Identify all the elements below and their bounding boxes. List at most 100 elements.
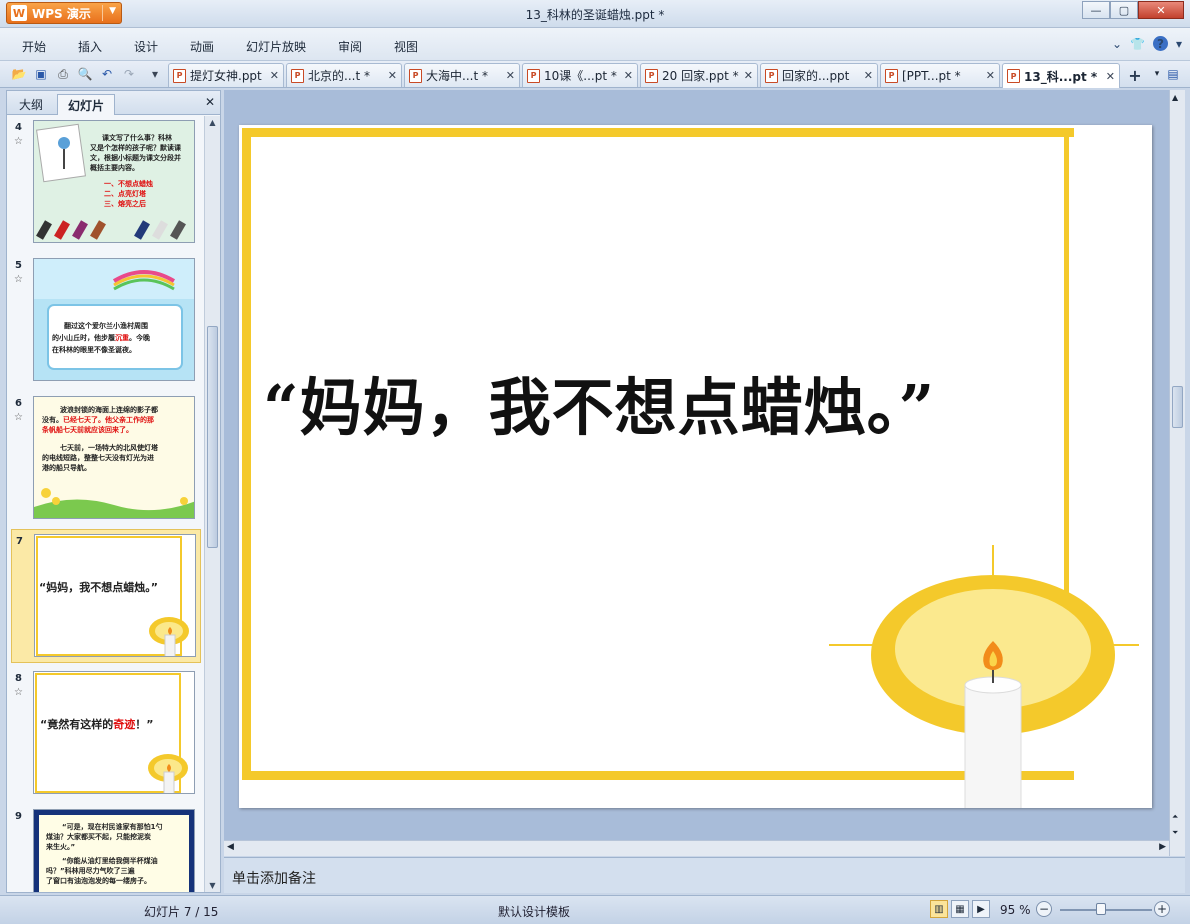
scrollbar-thumb[interactable] <box>1172 386 1183 428</box>
scroll-left-icon[interactable]: ◀ <box>227 842 234 852</box>
zoom-out-icon[interactable]: − <box>1036 901 1052 917</box>
ppt-file-icon: P <box>409 68 422 83</box>
doc-tab-7[interactable]: P [PPT...pt * ✕ <box>880 63 1000 87</box>
menu-item-animation[interactable]: 动画 <box>190 38 214 55</box>
notes-pane[interactable]: 单击添加备注 <box>224 857 1185 893</box>
thumbnail-slide-7-selected[interactable]: 7 “妈妈，我不想点蜡烛。” <box>11 529 201 663</box>
tab-slides[interactable]: 幻灯片 <box>57 94 116 115</box>
window-layout-icon[interactable]: ▤ <box>1164 65 1182 83</box>
ppt-file-icon: P <box>885 68 898 83</box>
slide-title-text[interactable]: “妈妈，我不想点蜡烛。” <box>263 357 1133 447</box>
close-tab-icon[interactable]: ✕ <box>388 69 397 82</box>
animation-star-icon: ☆ <box>14 687 23 698</box>
doc-tab-8-active[interactable]: P 13_科...pt * ✕ <box>1002 63 1120 88</box>
status-bar: 幻灯片 7 / 15 默认设计模板 ▥ ▦ ▶ 95 % − + <box>0 895 1190 924</box>
scroll-up-icon[interactable]: ▲ <box>1172 93 1178 102</box>
title-bar: W WPS 演示 ▼ 13_科林的圣诞蜡烛.ppt * — ▢ ✕ <box>0 0 1190 28</box>
thumbnail-slide-9[interactable]: 9 “可是，现在村民谁家有那怕1勺 煤油？大家都买不起，只能挖泥炭 来生火。” … <box>11 805 201 892</box>
ribbon-collapse-icon[interactable]: ⌄ <box>1112 37 1122 51</box>
previous-slide-icon[interactable]: ⏶ <box>1172 812 1178 822</box>
menu-item-review[interactable]: 审阅 <box>338 38 362 55</box>
customize-dropdown-icon[interactable]: ▾ <box>146 65 164 83</box>
slide-preview: “妈妈，我不想点蜡烛。” <box>34 534 196 657</box>
slide-sorter-view-icon[interactable]: ▦ <box>951 900 969 918</box>
doc-tab-5[interactable]: P 20 回家.ppt * ✕ <box>640 63 758 87</box>
save-icon[interactable]: ▣ <box>32 65 50 83</box>
undo-icon[interactable]: ↶ <box>98 65 116 83</box>
menu-item-slideshow[interactable]: 幻灯片放映 <box>246 38 306 55</box>
ppt-file-icon: P <box>173 68 186 83</box>
normal-view-icon[interactable]: ▥ <box>930 900 948 918</box>
print-preview-icon[interactable]: 🔍 <box>76 65 94 83</box>
thumbnail-scrollbar[interactable]: ▲ ▼ <box>204 116 220 892</box>
menu-item-insert[interactable]: 插入 <box>78 38 102 55</box>
slide-counter: 幻灯片 7 / 15 <box>144 905 219 919</box>
slide-preview: 课文写了什么事？科林 又是个怎样的孩子呢？默读课 文，根据小标题为课文分段并 概… <box>33 120 195 243</box>
menu-bar: 开始 插入 设计 动画 幻灯片放映 审阅 视图 ⌄ 👕 ? ▾ <box>0 28 1190 61</box>
current-slide[interactable]: “妈妈，我不想点蜡烛。” <box>239 125 1152 808</box>
doc-tab-4[interactable]: P 10课《...pt * ✕ <box>522 63 638 87</box>
doc-tab-2[interactable]: P 北京的...t * ✕ <box>286 63 402 87</box>
close-tab-icon[interactable]: ✕ <box>744 69 753 82</box>
slide-editor: “妈妈，我不想点蜡烛。” <box>224 90 1169 840</box>
new-tab-button[interactable]: + <box>1124 65 1146 85</box>
slide-preview: “竟然有这样的奇迹！” <box>33 671 195 794</box>
window-title: 13_科林的圣诞蜡烛.ppt * <box>525 8 665 22</box>
ppt-file-icon: P <box>1007 69 1020 83</box>
slideshow-view-icon[interactable]: ▶ <box>972 900 990 918</box>
thumbnail-slide-6[interactable]: 6 ☆ 波浪封锁的海面上连绵的影子都 没有。已经七天了。他父亲工作的那 条帆船七… <box>11 392 201 526</box>
candle-illustration <box>829 545 1139 808</box>
minimize-button[interactable]: — <box>1082 1 1110 19</box>
close-tab-icon[interactable]: ✕ <box>624 69 633 82</box>
tab-outline[interactable]: 大纲 <box>9 94 53 115</box>
thumbnail-list: 4 ☆ 课文写了什么事？科林 又是个怎样的孩子呢？默读课 文，根据小标题为课文分… <box>7 116 203 892</box>
close-tab-icon[interactable]: ✕ <box>986 69 995 82</box>
zoom-slider-track[interactable] <box>1060 909 1152 911</box>
redo-icon[interactable]: ↷ <box>120 65 138 83</box>
zoom-slider-knob[interactable] <box>1096 903 1106 915</box>
editor-horizontal-scrollbar[interactable]: ◀ ▶ <box>224 840 1169 856</box>
skin-icon[interactable]: 👕 <box>1130 37 1145 51</box>
slides-pane: 大纲 幻灯片 ✕ 4 ☆ 课文写了什么事？科林 又是个怎样的孩子呢？默读课 文，… <box>6 90 221 893</box>
maximize-button[interactable]: ▢ <box>1110 1 1138 19</box>
ppt-file-icon: P <box>645 68 658 83</box>
doc-tab-3[interactable]: P 大海中...t * ✕ <box>404 63 520 87</box>
thumbnail-slide-8[interactable]: 8 ☆ “竟然有这样的奇迹！” <box>11 667 201 801</box>
close-tab-icon[interactable]: ✕ <box>506 69 515 82</box>
editor-vertical-scrollbar[interactable]: ▲ ⏶ ⏷ <box>1169 90 1185 856</box>
quick-access-and-tabs: 📂 ▣ ⎙ 🔍 ↶ ↷ ▾ P 提灯女神.ppt ✕ P 北京的...t * ✕… <box>0 61 1190 88</box>
close-button[interactable]: ✕ <box>1138 1 1184 19</box>
animation-star-icon: ☆ <box>14 136 23 147</box>
slide-preview: “可是，现在村民谁家有那怕1勺 煤油？大家都买不起，只能挖泥炭 来生火。” “你… <box>33 809 195 892</box>
thumbnail-slide-5[interactable]: 5 ☆ 翻过这个爱尔兰小渔村周围 的小山丘时，他步履沉重。今晚 在科林的眼里不像… <box>11 254 201 388</box>
menu-item-view[interactable]: 视图 <box>394 38 418 55</box>
doc-tab-6[interactable]: P 回家的...ppt ✕ <box>760 63 878 87</box>
doc-tab-1[interactable]: P 提灯女神.ppt ✕ <box>168 63 284 87</box>
close-tab-icon[interactable]: ✕ <box>270 69 279 82</box>
print-icon[interactable]: ⎙ <box>54 65 72 83</box>
scroll-right-icon[interactable]: ▶ <box>1159 842 1166 852</box>
menu-item-start[interactable]: 开始 <box>22 38 46 55</box>
zoom-in-icon[interactable]: + <box>1154 901 1170 917</box>
close-tab-icon[interactable]: ✕ <box>1106 70 1115 83</box>
help-icon[interactable]: ? <box>1152 36 1168 51</box>
zoom-level: 95 % <box>1000 903 1031 917</box>
ppt-file-icon: P <box>527 68 540 83</box>
slide-preview: 波浪封锁的海面上连绵的影子都 没有。已经七天了。他父亲工作的那 条帆船七天前就应… <box>33 396 195 519</box>
scroll-up-icon[interactable]: ▲ <box>207 118 218 127</box>
close-icon[interactable]: ✕ <box>205 95 215 109</box>
ppt-file-icon: P <box>291 68 304 83</box>
animation-star-icon: ☆ <box>14 412 23 423</box>
scroll-down-icon[interactable]: ▼ <box>207 881 218 890</box>
thumbnail-slide-4[interactable]: 4 ☆ 课文写了什么事？科林 又是个怎样的孩子呢？默读课 文，根据小标题为课文分… <box>11 116 201 250</box>
next-slide-icon[interactable]: ⏷ <box>1172 828 1178 838</box>
animation-star-icon: ☆ <box>14 274 23 285</box>
design-template-label[interactable]: 默认设计模板 <box>498 903 570 920</box>
menu-item-design[interactable]: 设计 <box>134 38 158 55</box>
open-icon[interactable]: 📂 <box>10 65 28 83</box>
notes-placeholder[interactable]: 单击添加备注 <box>232 868 316 888</box>
slide-preview: 翻过这个爱尔兰小渔村周围 的小山丘时，他步履沉重。今晚 在科林的眼里不像圣诞夜。 <box>33 258 195 381</box>
help-dropdown-icon[interactable]: ▾ <box>1176 37 1182 51</box>
close-tab-icon[interactable]: ✕ <box>864 69 873 82</box>
scrollbar-thumb[interactable] <box>207 326 218 548</box>
